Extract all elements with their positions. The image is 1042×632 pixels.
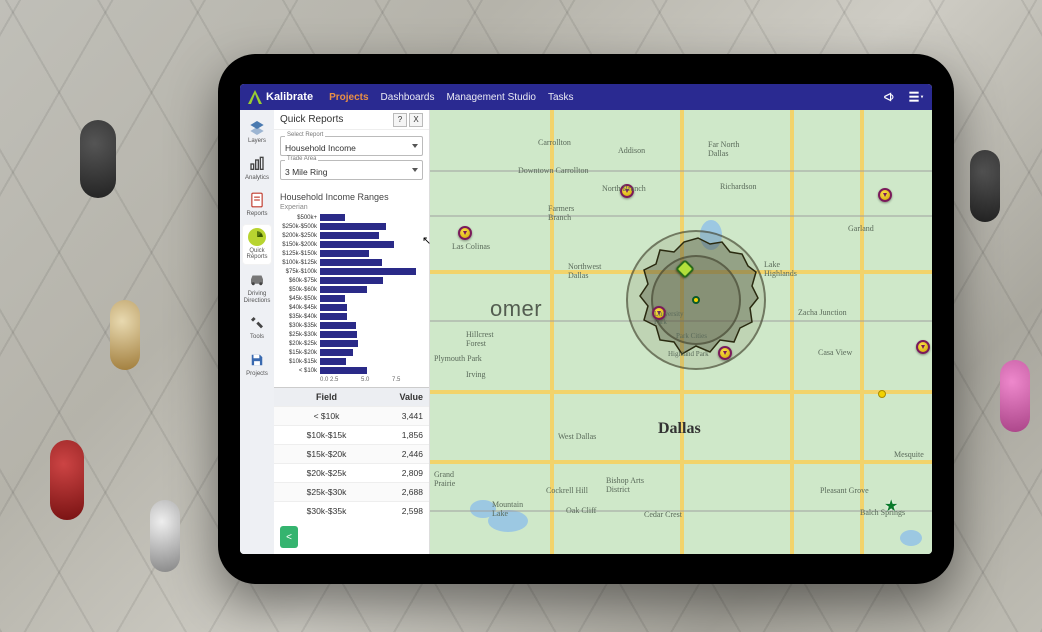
chart-bar-row: $200k-$250k [280, 231, 423, 240]
chart-bar-row: $10k-$15k [280, 357, 423, 366]
map-watermark: omer [490, 296, 542, 322]
chart-source: Experian [274, 204, 429, 213]
table-row[interactable]: $30k-$35k2,598 [274, 501, 429, 520]
table-row[interactable]: $20k-$25k2,809 [274, 463, 429, 482]
income-bar-chart: $500k+$250k-$500k$200k-$250k$150k-$200k$… [274, 213, 429, 387]
quick-reports-panel: Quick Reports ? X Select Report Househol… [274, 110, 430, 554]
rail-tools[interactable]: Tools [242, 310, 272, 345]
chart-bar-row: $150k-$200k [280, 240, 423, 249]
layers-icon [248, 118, 266, 136]
map-point[interactable] [878, 390, 886, 398]
select-report-dropdown[interactable]: Select Report Household Income [280, 136, 423, 156]
chart-bar-row: $125k-$150k [280, 249, 423, 258]
announce-icon[interactable] [882, 89, 898, 105]
city-label-dallas: Dallas [658, 420, 701, 438]
map-marker[interactable] [878, 188, 892, 202]
rail-quick-reports[interactable]: Quick Reports [242, 224, 272, 265]
table-row[interactable]: $10k-$15k1,856 [274, 425, 429, 444]
panel-title: Quick Reports [280, 114, 343, 125]
table-row[interactable]: $25k-$30k2,688 [274, 482, 429, 501]
trade-area-dropdown[interactable]: Trade Area 3 Mile Ring [280, 160, 423, 180]
map-marker[interactable] [916, 340, 930, 354]
reports-icon [248, 191, 266, 209]
save-icon [248, 351, 266, 369]
tablet-frame: Kalibrate Projects Dashboards Management… [218, 54, 954, 584]
top-nav: Kalibrate Projects Dashboards Management… [240, 84, 932, 110]
map-canvas[interactable]: ★ omer Dallas Carrollton Addison Far Nor… [430, 110, 932, 554]
chart-bar-row: $50k-$60k [280, 285, 423, 294]
chart-bar-row: $20k-$25k [280, 339, 423, 348]
chart-bar-row: $100k-$125k [280, 258, 423, 267]
nav-tasks[interactable]: Tasks [548, 92, 574, 103]
tools-icon [248, 314, 266, 332]
menu-dropdown-icon[interactable] [908, 89, 924, 105]
chart-bar-row: $60k-$75k [280, 276, 423, 285]
chart-bar-row: $45k-$50k [280, 294, 423, 303]
rail-projects[interactable]: Projects [242, 347, 272, 382]
chart-bar-row: $15k-$20k [280, 348, 423, 357]
chart-bar-row: < $10k [280, 366, 423, 375]
table-header-field: Field [274, 388, 379, 406]
chevron-down-icon [412, 144, 418, 148]
chart-bar-row: $250k-$500k [280, 222, 423, 231]
nav-projects[interactable]: Projects [329, 92, 368, 103]
tool-rail: Layers Analytics Reports Quick Reports D… [240, 110, 274, 554]
chart-bar-row: $30k-$35k [280, 321, 423, 330]
collapse-panel-button[interactable]: < [280, 526, 298, 548]
data-table: Field Value < $10k3,441$10k-$15k1,856$15… [274, 387, 429, 520]
nav-management-studio[interactable]: Management Studio [446, 92, 536, 103]
map-marker[interactable] [458, 226, 472, 240]
map-marker[interactable] [718, 346, 732, 360]
table-row[interactable]: $15k-$20k2,446 [274, 444, 429, 463]
chart-bar-row: $40k-$45k [280, 303, 423, 312]
chevron-down-icon [412, 168, 418, 172]
chart-title: Household Income Ranges [274, 190, 429, 204]
app-screen: Kalibrate Projects Dashboards Management… [240, 84, 932, 554]
panel-close-button[interactable]: X [409, 113, 423, 127]
trade-area-center[interactable] [692, 296, 700, 304]
panel-help-button[interactable]: ? [393, 113, 407, 127]
chart-bar-row: $500k+ [280, 213, 423, 222]
brand-name: Kalibrate [266, 91, 313, 103]
rail-driving-directions[interactable]: Driving Directions [242, 267, 272, 308]
rail-analytics[interactable]: Analytics [242, 151, 272, 186]
chart-bar-row: $25k-$30k [280, 330, 423, 339]
table-header-value: Value [379, 388, 429, 406]
logo-icon [248, 90, 262, 104]
rail-reports[interactable]: Reports [242, 187, 272, 222]
analytics-icon [248, 155, 266, 173]
nav-dashboards[interactable]: Dashboards [381, 92, 435, 103]
chart-bar-row: $75k-$100k [280, 267, 423, 276]
table-row[interactable]: < $10k3,441 [274, 406, 429, 425]
rail-layers[interactable]: Layers [242, 114, 272, 149]
chart-bar-row: $35k-$40k [280, 312, 423, 321]
quick-reports-icon [248, 228, 266, 246]
car-icon [248, 271, 266, 289]
